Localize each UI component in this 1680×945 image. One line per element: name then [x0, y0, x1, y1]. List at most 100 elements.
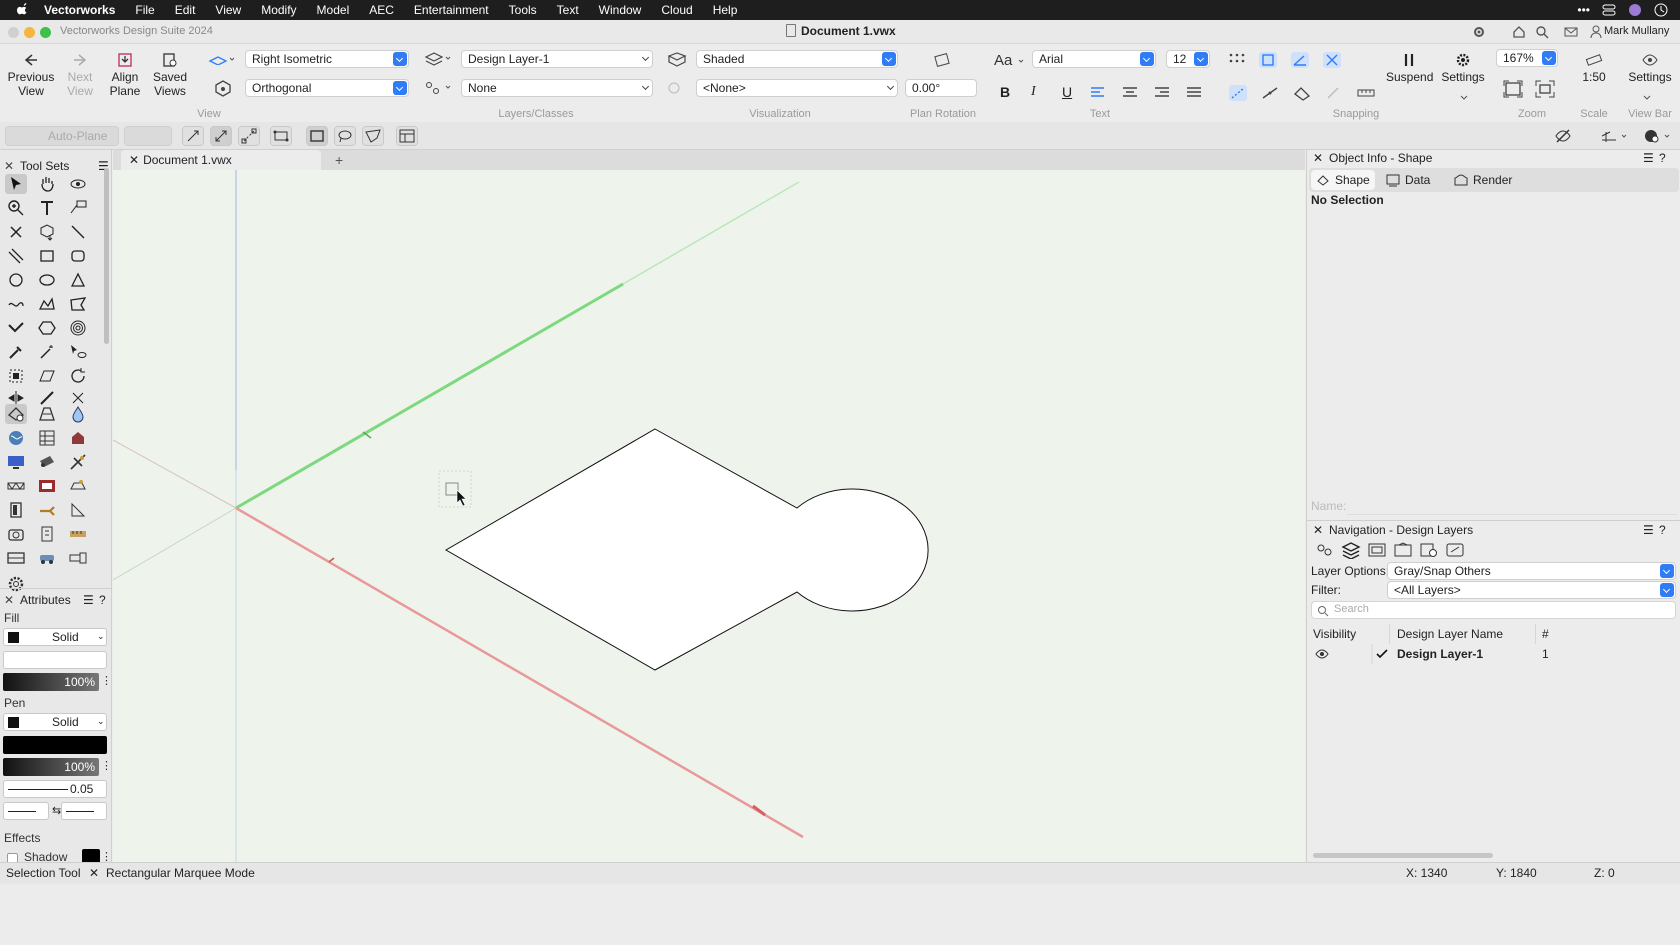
toolset-vehicles[interactable]	[36, 548, 58, 568]
pen-opacity-slider[interactable]: 100%	[3, 758, 99, 776]
toolset-workspace-settings[interactable]	[5, 574, 27, 594]
shape-object[interactable]	[444, 428, 929, 671]
snap-loupe-mode-icon[interactable]	[1600, 128, 1628, 144]
menu-file[interactable]: File	[135, 3, 154, 17]
toolset-lighting[interactable]	[36, 452, 58, 472]
navigation-scrollbar[interactable]	[1313, 853, 1493, 858]
toolset-furniture[interactable]	[67, 428, 89, 448]
menu-icon[interactable]: ☰	[1643, 522, 1654, 538]
attribute-mapping-tool[interactable]	[36, 342, 58, 362]
pen-color-bar[interactable]	[3, 736, 107, 754]
menu-icon[interactable]: ☰	[1643, 150, 1654, 166]
clock-icon[interactable]	[1654, 3, 1668, 17]
viewbar-settings-button[interactable]: Settings	[1625, 52, 1675, 84]
align-right-icon[interactable]	[1154, 86, 1170, 100]
more-icon[interactable]: •••	[1577, 3, 1590, 17]
pan-tool[interactable]	[36, 174, 58, 194]
render-mode-select[interactable]: Shaded	[696, 50, 898, 68]
hide-details-icon[interactable]	[1554, 128, 1572, 144]
layer-search-input[interactable]: Search	[1311, 601, 1676, 619]
zoom-select[interactable]: 167%	[1496, 49, 1558, 67]
reshape-tool[interactable]	[5, 366, 27, 386]
locus-tool[interactable]	[5, 222, 27, 242]
menu-model[interactable]: Model	[317, 3, 350, 17]
menu-window[interactable]: Window	[599, 3, 642, 17]
next-view-button[interactable]: Next View	[57, 52, 103, 98]
toolset-visualization[interactable]	[5, 428, 27, 448]
close-window-button[interactable]	[8, 27, 19, 38]
menu-cloud[interactable]: Cloud	[661, 3, 692, 17]
view-select[interactable]: Right Isometric	[245, 50, 409, 68]
polyline-tool[interactable]	[36, 294, 58, 314]
toolset-detailing[interactable]	[36, 428, 58, 448]
toolset-building-shell[interactable]	[5, 404, 27, 424]
search-icon[interactable]	[1535, 25, 1549, 39]
help-icon[interactable]: ?	[1659, 150, 1666, 166]
start-marker-select[interactable]	[3, 802, 49, 820]
text-tool[interactable]	[36, 198, 58, 218]
fit-to-objects-icon[interactable]	[1535, 80, 1555, 98]
gear-icon[interactable]	[1472, 25, 1486, 39]
class-select[interactable]: None	[461, 79, 653, 97]
underline-icon[interactable]: U	[1062, 84, 1072, 100]
drawing-canvas[interactable]	[113, 170, 1305, 862]
arc-tool[interactable]	[67, 270, 89, 290]
unified-view-icon[interactable]	[1642, 127, 1672, 145]
view-select-icon[interactable]	[208, 53, 234, 65]
align-center-icon[interactable]	[1122, 86, 1138, 100]
snap-loupe-icon[interactable]	[1356, 84, 1376, 102]
more-vertical-icon[interactable]: ⋮	[101, 674, 112, 687]
nav-design-layers-icon[interactable]	[1341, 541, 1361, 559]
column-visibility[interactable]: Visibility	[1313, 624, 1356, 644]
mail-icon[interactable]	[1564, 25, 1578, 39]
align-left-icon[interactable]	[1090, 86, 1106, 100]
rectangle-tool[interactable]	[36, 246, 58, 266]
visibility-tool[interactable]	[67, 342, 89, 362]
snap-surface-icon[interactable]	[1292, 84, 1312, 102]
snap-intersection-icon[interactable]	[1322, 51, 1342, 69]
tab-shape[interactable]: Shape	[1311, 170, 1375, 190]
menu-modify[interactable]: Modify	[261, 3, 296, 17]
italic-icon[interactable]: I	[1031, 84, 1036, 100]
working-plane-button[interactable]	[124, 126, 172, 146]
circle-tool[interactable]	[5, 270, 27, 290]
justify-icon[interactable]	[1186, 86, 1202, 100]
snap-grid-icon[interactable]	[1228, 52, 1246, 68]
projection-select[interactable]: Orthogonal	[245, 79, 409, 97]
light-options-select[interactable]: <None>	[696, 79, 898, 97]
plan-rotation-field[interactable]: 0.00°	[905, 79, 977, 97]
scale-button[interactable]: 1:50	[1570, 52, 1618, 84]
font-size-select[interactable]: 12	[1166, 50, 1210, 68]
toolset-site-planning[interactable]	[36, 404, 58, 424]
fill-color-bar[interactable]	[3, 651, 107, 669]
classes-icon[interactable]	[424, 80, 452, 96]
projection-icon[interactable]	[213, 79, 233, 97]
toolset-measure[interactable]	[67, 524, 89, 544]
zoom-tool[interactable]	[5, 198, 27, 218]
auto-plane-button[interactable]: Auto-Plane	[5, 126, 119, 146]
layer-options-select[interactable]: Gray/Snap Others	[1387, 562, 1676, 580]
toolset-rigging[interactable]	[67, 452, 89, 472]
callout-tool[interactable]	[67, 198, 89, 218]
close-icon[interactable]: ✕	[4, 592, 14, 608]
wall-tool[interactable]	[5, 318, 27, 338]
bold-icon[interactable]: B	[1000, 84, 1010, 100]
end-marker-select[interactable]	[61, 802, 107, 820]
menu-icon[interactable]: ☰	[83, 592, 94, 608]
close-icon[interactable]: ✕	[4, 158, 14, 174]
menu-app[interactable]: Vectorworks	[44, 3, 115, 17]
snap-object-icon[interactable]	[1258, 51, 1278, 69]
saved-views-button[interactable]: Saved Views	[148, 52, 192, 98]
fill-style-select[interactable]: Solid ⌄	[3, 628, 107, 646]
document-tab[interactable]: ✕ Document 1.vwx	[121, 150, 321, 170]
render-mode-icon[interactable]	[666, 51, 688, 67]
eyedropper-tool[interactable]	[5, 342, 27, 362]
close-icon[interactable]: ✕	[1313, 522, 1323, 538]
fill-opacity-slider[interactable]: 100%	[3, 673, 99, 691]
menu-tools[interactable]: Tools	[509, 3, 537, 17]
snap-angle-icon[interactable]	[1290, 51, 1310, 69]
control-center-icon[interactable]	[1602, 4, 1616, 16]
snap-distance-icon[interactable]	[1228, 84, 1248, 102]
freehand-tool[interactable]	[5, 294, 27, 314]
menu-aec[interactable]: AEC	[369, 3, 394, 17]
